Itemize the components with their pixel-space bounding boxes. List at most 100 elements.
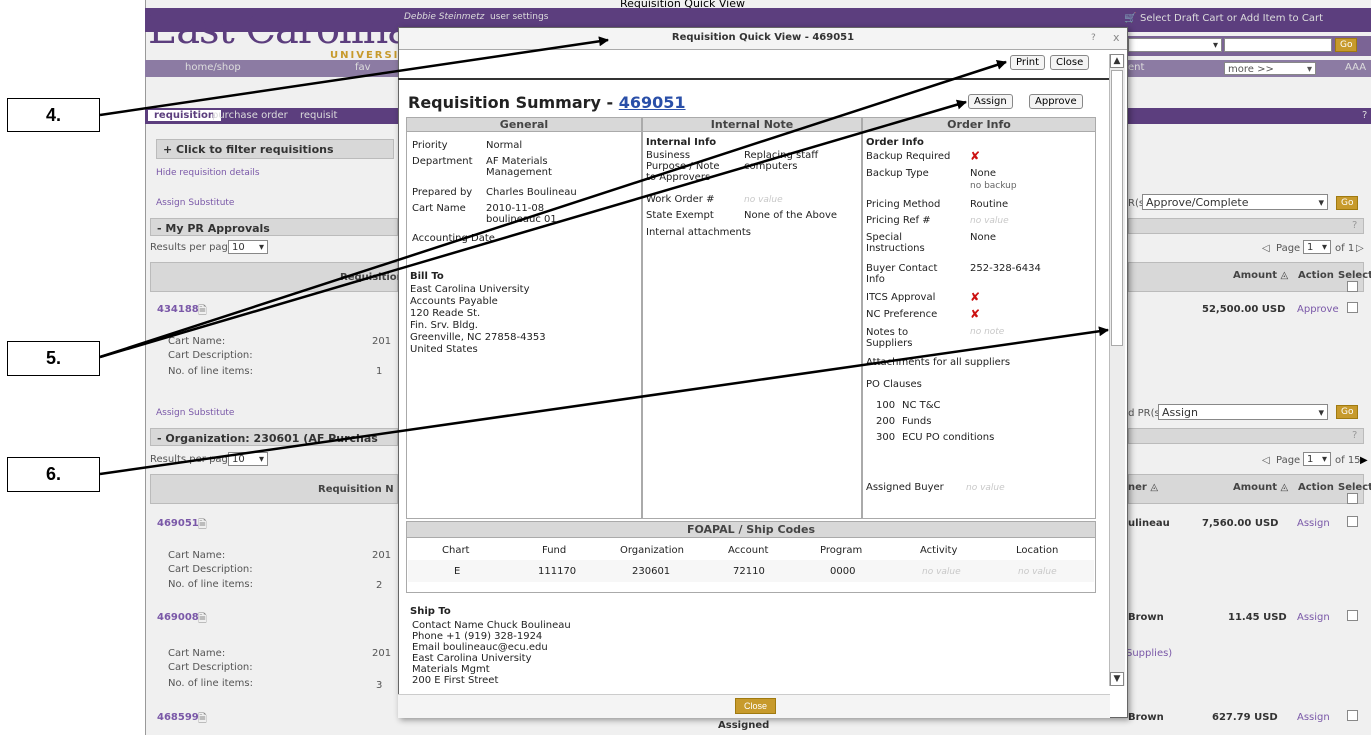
pager-prev-icon[interactable]: ◁: [1262, 243, 1270, 254]
amount-col-header[interactable]: Amount ◬: [1233, 270, 1288, 281]
bulk-action-select[interactable]: Approve/Complete ▾: [1142, 194, 1328, 210]
nav-ent[interactable]: ent: [1128, 62, 1144, 73]
assign-substitute-link-2[interactable]: Assign Substitute: [156, 408, 234, 418]
approve-link[interactable]: Approve: [1297, 304, 1339, 315]
pager-next-icon[interactable]: ▷: [1356, 243, 1364, 254]
approve-button[interactable]: Approve: [1029, 94, 1083, 109]
bulk-action-select-2[interactable]: Assign ▾: [1158, 404, 1328, 420]
organization-header[interactable]: - Organization: 230601 (AF Purchas: [150, 428, 398, 446]
internal-info-label: Internal Info: [646, 137, 717, 148]
results-per-page-select[interactable]: 10 ▾: [228, 240, 268, 254]
section-bar-2: [1128, 428, 1364, 444]
help-icon[interactable]: ?: [1352, 220, 1357, 231]
row-checkbox[interactable]: [1347, 610, 1358, 621]
owner-col-header[interactable]: ner ◬: [1128, 482, 1158, 493]
row-checkbox[interactable]: [1347, 710, 1358, 721]
cart-link[interactable]: Select Draft Cart or Add Item to Cart: [1140, 13, 1323, 24]
supplier-link[interactable]: Supplies): [1126, 648, 1172, 659]
pager-prev-icon[interactable]: ◁: [1262, 455, 1270, 466]
document-icon[interactable]: 🗎: [198, 302, 207, 321]
scrollbar-thumb[interactable]: [1111, 70, 1123, 346]
foapal-col-organization: Organization: [620, 545, 684, 556]
chevron-down-icon: ▾: [258, 242, 264, 253]
print-button[interactable]: Print: [1010, 55, 1046, 70]
close-button[interactable]: Close: [1050, 55, 1090, 70]
cart-name-label: Cart Name: [412, 203, 466, 214]
chevron-down-icon: ▾: [1212, 40, 1218, 51]
select-all-checkbox[interactable]: [1347, 493, 1358, 504]
hide-details-link[interactable]: Hide requisition details: [156, 168, 260, 178]
document-icon[interactable]: 🗎: [198, 610, 207, 629]
page-of-label: of 1: [1335, 243, 1355, 254]
assign-link[interactable]: Assign: [1297, 612, 1330, 623]
foapal-col-activity: Activity: [920, 545, 958, 556]
help-icon[interactable]: ?: [1362, 110, 1367, 121]
dialog-title: Requisition Quick View - 469051: [399, 28, 1127, 50]
cart-name-label: Cart Name:: [168, 336, 226, 347]
user-settings-link[interactable]: user settings: [490, 12, 548, 22]
action-col-header: Action: [1298, 270, 1334, 281]
requisition-link[interactable]: 434188: [157, 304, 199, 315]
bill-to-label: Bill To: [410, 271, 444, 282]
assign-link[interactable]: Assign: [1297, 712, 1330, 723]
ecu-logo: East Carolina: [148, 7, 411, 53]
tab-purchase-order[interactable]: purchase order: [212, 110, 288, 121]
owner-value: Brown: [1128, 712, 1164, 723]
row-checkbox[interactable]: [1347, 516, 1358, 527]
results-per-page-label: Results per page: [150, 242, 235, 253]
search-type-select[interactable]: ▾: [1128, 38, 1222, 52]
assign-button[interactable]: Assign: [968, 94, 1013, 109]
pager-next-icon[interactable]: ▶: [1360, 455, 1368, 466]
scroll-up-icon[interactable]: ▲: [1110, 54, 1124, 68]
backup-type-label: Backup Type: [866, 168, 929, 179]
pricing-method-label: Pricing Method: [866, 199, 941, 210]
bulk-go-button[interactable]: Go: [1336, 196, 1359, 210]
foapal-fund: 111170: [538, 566, 577, 577]
select-all-checkbox[interactable]: [1347, 281, 1358, 292]
priority-label: Priority: [412, 140, 448, 151]
attachments-all-suppliers[interactable]: Attachments for all suppliers: [866, 357, 1010, 368]
tab-requisit[interactable]: requisit: [300, 110, 337, 121]
cart-icon[interactable]: 🛒: [1124, 13, 1136, 24]
search-input[interactable]: [1224, 38, 1332, 52]
foapal-col-chart: Chart: [442, 545, 470, 556]
accounting-date-label: Accounting Date: [412, 233, 495, 244]
document-icon[interactable]: 🗎: [198, 710, 207, 729]
internal-note-header: Internal Note: [643, 118, 861, 132]
scroll-down-icon[interactable]: ▼: [1110, 672, 1124, 686]
assign-link[interactable]: Assign: [1297, 518, 1330, 529]
internal-attachments-link[interactable]: Internal attachments: [646, 227, 751, 238]
bottom-close-button[interactable]: Close: [735, 698, 777, 714]
row-checkbox[interactable]: [1347, 302, 1358, 313]
search-go-button[interactable]: Go: [1335, 38, 1358, 52]
bulk-go-button-2[interactable]: Go: [1336, 405, 1359, 419]
nav-home[interactable]: home/shop: [185, 62, 241, 73]
tab-requisition[interactable]: requisition: [148, 110, 221, 121]
business-purpose-label: Business Purpose / Note to Approvers: [646, 150, 720, 183]
font-size-control[interactable]: AAA: [1345, 62, 1366, 73]
requisition-link[interactable]: 468599: [157, 712, 199, 723]
page-select[interactable]: 1 ▾: [1303, 452, 1331, 466]
requisition-number-link[interactable]: 469051: [619, 93, 686, 112]
pr-approvals-header[interactable]: - My PR Approvals: [150, 218, 398, 236]
results-per-page-select-2[interactable]: 10 ▾: [228, 452, 268, 466]
document-icon[interactable]: 🗎: [198, 516, 207, 535]
requisition-link[interactable]: 469051: [157, 518, 199, 529]
callout-label-4: 4.: [7, 98, 100, 132]
ship-to-clip: Contact Name Chuck Boulineau Phone +1 (9…: [410, 620, 710, 690]
clause-code: 200: [876, 416, 896, 427]
amount-col-header[interactable]: Amount ◬: [1233, 482, 1288, 493]
foapal-col-program: Program: [820, 545, 863, 556]
assign-substitute-link[interactable]: Assign Substitute: [156, 198, 234, 208]
more-select[interactable]: more >> ▾: [1224, 62, 1316, 75]
page-select[interactable]: 1 ▾: [1303, 240, 1331, 254]
close-icon[interactable]: x: [1113, 31, 1120, 44]
nav-fav[interactable]: fav: [355, 62, 371, 73]
filter-requisitions[interactable]: + Click to filter requisitions: [156, 139, 394, 159]
help-icon[interactable]: ?: [1352, 430, 1357, 441]
chevron-down-icon: ▾: [1306, 64, 1312, 75]
status-assigned: Assigned: [718, 720, 770, 731]
special-instructions-value: None: [970, 232, 997, 243]
requisition-link[interactable]: 469008: [157, 612, 199, 623]
help-icon[interactable]: ?: [1091, 33, 1096, 43]
